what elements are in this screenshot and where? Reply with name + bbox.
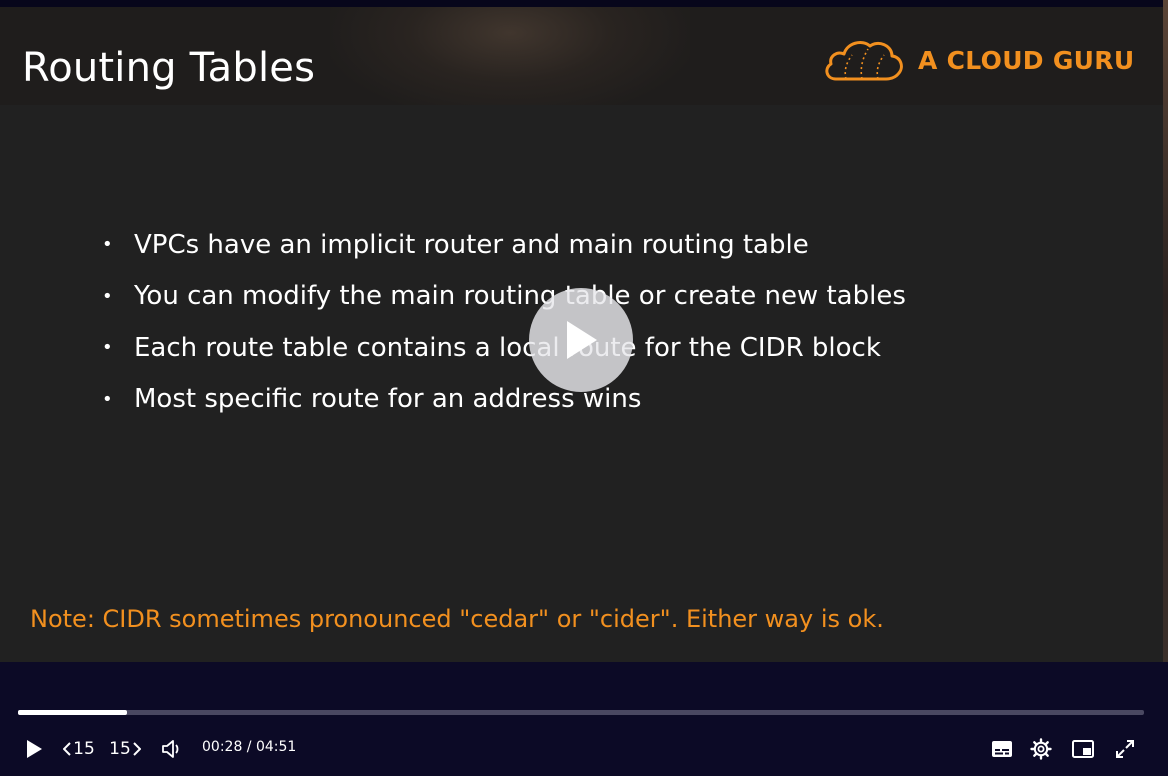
play-button[interactable] — [22, 738, 46, 760]
bullet-item: • Most specific route for an address wins — [102, 374, 906, 426]
bullet-dot: • — [102, 285, 113, 307]
volume-button[interactable] — [160, 737, 184, 761]
slide-note: Note: CIDR sometimes pronounced "cedar" … — [30, 605, 884, 633]
video-frame[interactable]: Routing Tables A CLOUD GURU • VPCs have a… — [0, 7, 1163, 662]
forward-label: 15 — [109, 739, 131, 759]
background-edge — [1163, 0, 1168, 662]
bullet-item: • You can modify the main routing table o… — [102, 271, 906, 323]
fullscreen-button[interactable] — [1113, 737, 1137, 761]
bullet-text: You can modify the main routing table or… — [134, 281, 906, 312]
pip-button[interactable] — [1071, 738, 1095, 760]
bullet-dot: • — [102, 337, 113, 359]
bullet-dot: • — [102, 388, 113, 410]
brand-logo: A CLOUD GURU — [822, 34, 1134, 86]
forward-15-icon — [133, 742, 141, 756]
window-top-strip — [0, 0, 1168, 7]
captions-icon — [992, 741, 1012, 757]
progress-bar[interactable] — [18, 710, 1144, 715]
bullet-dot: • — [102, 234, 113, 256]
rewind-label: 15 — [73, 739, 95, 759]
captions-button[interactable] — [990, 738, 1014, 760]
player-controls: 15 15 00:28 / 04:51 — [0, 662, 1168, 776]
volume-icon — [162, 740, 179, 758]
play-icon — [567, 321, 597, 359]
time-display: 00:28 / 04:51 — [202, 739, 297, 755]
bullet-list: • VPCs have an implicit router and main r… — [102, 219, 906, 425]
presenter-video-background — [330, 7, 690, 105]
big-play-button[interactable] — [529, 288, 633, 392]
settings-button[interactable] — [1029, 737, 1053, 761]
cloud-logo-icon — [825, 41, 903, 81]
fullscreen-icon — [1116, 740, 1134, 758]
slide-title: Routing Tables — [22, 45, 316, 91]
forward-15-button[interactable]: 15 — [108, 738, 142, 760]
gear-icon — [1030, 738, 1052, 760]
bullet-item: • Each route table contains a local route… — [102, 322, 906, 374]
slide-header: Routing Tables A CLOUD GURU — [0, 7, 1163, 105]
rewind-15-icon — [63, 742, 71, 756]
play-icon — [27, 740, 42, 758]
bullet-text: Each route table contains a local route … — [134, 332, 881, 363]
picture-in-picture-icon — [1072, 740, 1094, 758]
rewind-15-button[interactable]: 15 — [62, 738, 96, 760]
progress-played — [18, 710, 127, 715]
bullet-text: VPCs have an implicit router and main ro… — [134, 229, 809, 260]
bullet-item: • VPCs have an implicit router and main r… — [102, 219, 906, 271]
brand-name: A CLOUD GURU — [918, 45, 1135, 75]
